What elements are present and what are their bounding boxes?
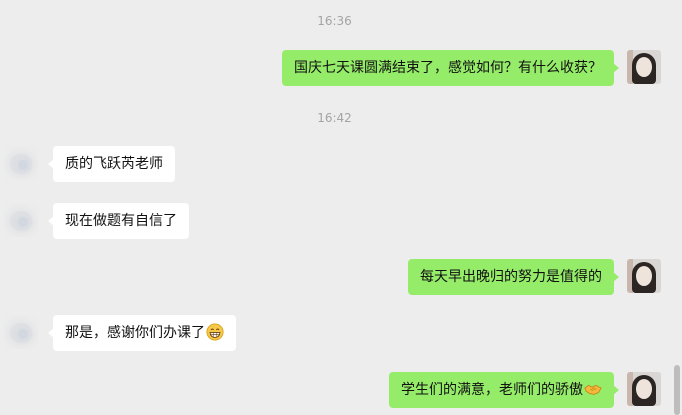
self-avatar[interactable] bbox=[627, 50, 661, 84]
self-avatar[interactable] bbox=[627, 259, 661, 293]
message-bubble-sent[interactable]: 国庆七天课圆满结束了，感觉如何？有什么收获？ bbox=[282, 50, 619, 86]
self-avatar[interactable] bbox=[627, 372, 661, 406]
grinning-face-icon bbox=[206, 323, 224, 341]
message-text: 国庆七天课圆满结束了，感觉如何？有什么收获？ bbox=[294, 60, 602, 76]
message-bubble-received[interactable]: 那是，感谢你们办课了 bbox=[48, 315, 236, 351]
message-text: 现在做题有自信了 bbox=[65, 213, 177, 229]
chat-window: 16:36 国庆七天课圆满结束了，感觉如何？有什么收获？ 16:42 质的飞跃芮… bbox=[0, 0, 682, 415]
message-text: 那是，感谢你们办课了 bbox=[65, 325, 205, 341]
timestamp: 16:42 bbox=[317, 111, 352, 125]
contact-avatar[interactable] bbox=[4, 146, 38, 180]
message-bubble-received[interactable]: 现在做题有自信了 bbox=[48, 203, 189, 239]
message-bubble-received[interactable]: 质的飞跃芮老师 bbox=[48, 146, 175, 182]
message-bubble-sent[interactable]: 每天早出晚归的努力是值得的 bbox=[408, 259, 619, 295]
timestamp: 16:36 bbox=[317, 14, 352, 28]
contact-avatar[interactable] bbox=[4, 203, 38, 237]
contact-avatar[interactable] bbox=[4, 315, 38, 349]
message-text: 学生们的满意，老师们的骄傲 bbox=[401, 382, 583, 398]
message-bubble-sent[interactable]: 学生们的满意，老师们的骄傲 bbox=[389, 372, 619, 408]
message-text: 每天早出晚归的努力是值得的 bbox=[420, 269, 602, 285]
message-text: 质的飞跃芮老师 bbox=[65, 156, 163, 172]
scrollbar-thumb[interactable] bbox=[674, 365, 680, 415]
handshake-icon bbox=[584, 384, 602, 395]
